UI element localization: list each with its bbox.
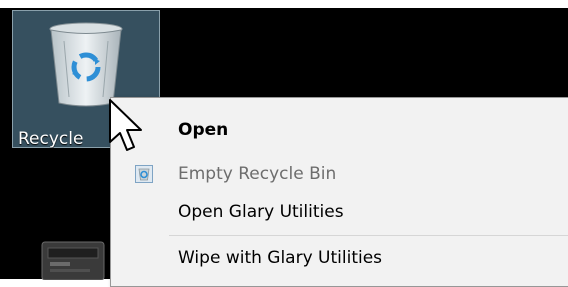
menu-item-empty-recycle-bin[interactable]: Empty Recycle Bin [178,160,336,188]
context-menu: Open Empty Recycle Bin Open Glary Utilit… [110,97,568,287]
recycle-bin-icon [135,165,153,183]
menu-item-label: Empty Recycle Bin [178,164,337,184]
menu-item-label: Open [178,120,229,140]
menu-item-label: Wipe with Glary Utilities [178,248,383,268]
mouse-cursor-icon [109,99,142,151]
menu-item-open-glary-utilities[interactable]: Open Glary Utilities [178,198,344,226]
recycle-bin-icon [49,22,123,107]
menu-item-label: Open Glary Utilities [178,202,344,222]
recycle-bin-label: Recycle [18,129,84,149]
printer-icon[interactable] [36,236,110,280]
menu-item-wipe-with-glary-utilities[interactable]: Wipe with Glary Utilities [178,244,382,272]
menu-item-open[interactable]: Open [178,116,228,144]
menu-separator [169,235,568,236]
